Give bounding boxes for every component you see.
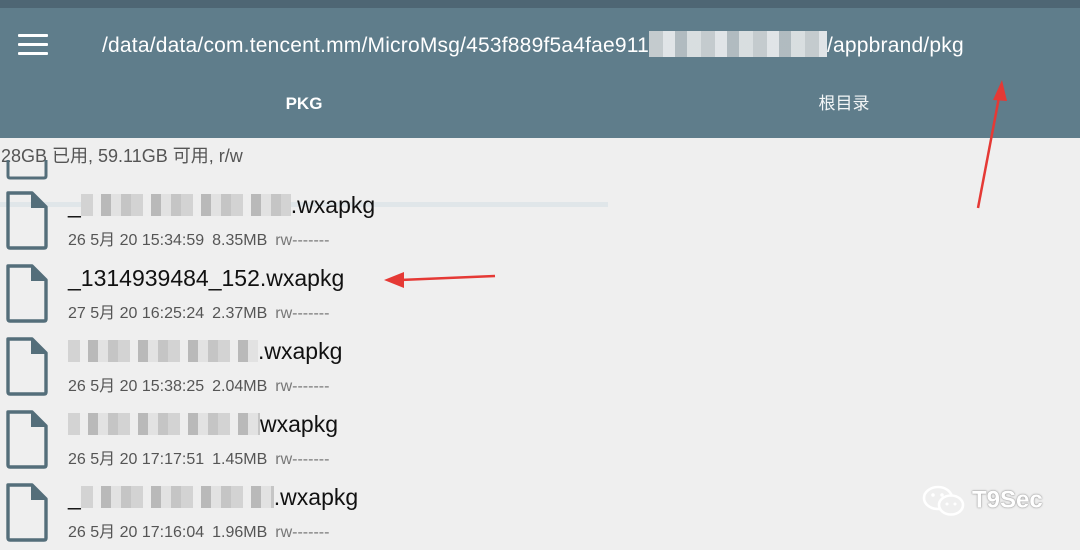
file-name: .wxapkg [68, 338, 342, 365]
file-meta: 27 5月 20 16:25:24 2.37MB rw------- [68, 299, 329, 323]
file-size: 8.35MB [212, 232, 268, 249]
file-row[interactable]: _1314939484_152.wxapkg 27 5月 20 16:25:24… [0, 259, 1080, 331]
file-date: 26 5月 20 17:17:51 [68, 451, 205, 468]
file-icon [6, 410, 48, 469]
file-row[interactable]: .wxapkg 26 5月 20 15:38:25 2.04MB rw------- [0, 332, 1080, 404]
file-size: 2.37MB [212, 305, 268, 322]
file-size: 2.04MB [212, 378, 268, 395]
path-suffix: /appbrand/pkg [827, 34, 964, 57]
current-path: /data/data/com.tencent.mm/MicroMsg/453f8… [102, 31, 964, 58]
file-icon [6, 264, 48, 323]
file-permissions: rw------- [275, 232, 330, 249]
file-meta: 26 5月 20 17:16:04 1.96MB rw------- [68, 518, 329, 542]
redacted-path-segment [649, 31, 827, 58]
file-icon-partial [6, 160, 48, 180]
path-prefix: /data/data/com.tencent.mm/MicroMsg/453f8… [102, 34, 649, 57]
file-permissions: rw------- [275, 451, 330, 468]
tab-pkg[interactable]: PKG [0, 78, 608, 138]
file-name: _1314939484_152.wxapkg [68, 265, 345, 291]
file-permissions: rw------- [275, 524, 330, 541]
app-toolbar: /data/data/com.tencent.mm/MicroMsg/453f8… [0, 8, 1080, 207]
tab-bar: PKG 根目录 [0, 78, 1080, 207]
watermark-text: T9Sec [972, 486, 1043, 514]
file-size: 1.96MB [212, 524, 268, 541]
file-row[interactable]: wxapkg 26 5月 20 17:17:51 1.45MB rw------- [0, 405, 1080, 477]
file-date: 26 5月 20 17:16:04 [68, 524, 205, 541]
file-date: 27 5月 20 16:25:24 [68, 305, 205, 322]
file-icon [6, 191, 48, 250]
file-permissions: rw------- [275, 305, 330, 322]
file-name: _ .wxapkg [68, 192, 376, 218]
annotation-arrow-file [384, 272, 496, 288]
annotation-arrow-path [976, 80, 1007, 209]
file-name: wxapkg [68, 411, 338, 438]
file-icon [6, 337, 48, 396]
file-meta: 26 5月 20 17:17:51 1.45MB rw------- [68, 445, 329, 469]
file-date: 26 5月 20 15:34:59 [68, 232, 205, 249]
file-meta: 26 5月 20 15:34:59 8.35MB rw------- [68, 226, 329, 250]
file-row[interactable]: _ .wxapkg 26 5月 20 17:16:04 1.96MB rw------… [0, 478, 1080, 550]
watermark: T9Sec [922, 484, 1043, 518]
status-bar [0, 0, 1080, 8]
file-row[interactable]: _ .wxapkg 26 5月 20 15:34:59 8.35MB rw------… [0, 186, 1080, 258]
menu-icon[interactable] [18, 34, 48, 56]
file-size: 1.45MB [212, 451, 268, 468]
file-meta: 26 5月 20 15:38:25 2.04MB rw------- [68, 372, 329, 396]
file-name: _ .wxapkg [68, 484, 359, 510]
wechat-icon [922, 485, 965, 516]
file-permissions: rw------- [275, 378, 330, 395]
file-icon [6, 483, 48, 542]
file-date: 26 5月 20 15:38:25 [68, 378, 205, 395]
